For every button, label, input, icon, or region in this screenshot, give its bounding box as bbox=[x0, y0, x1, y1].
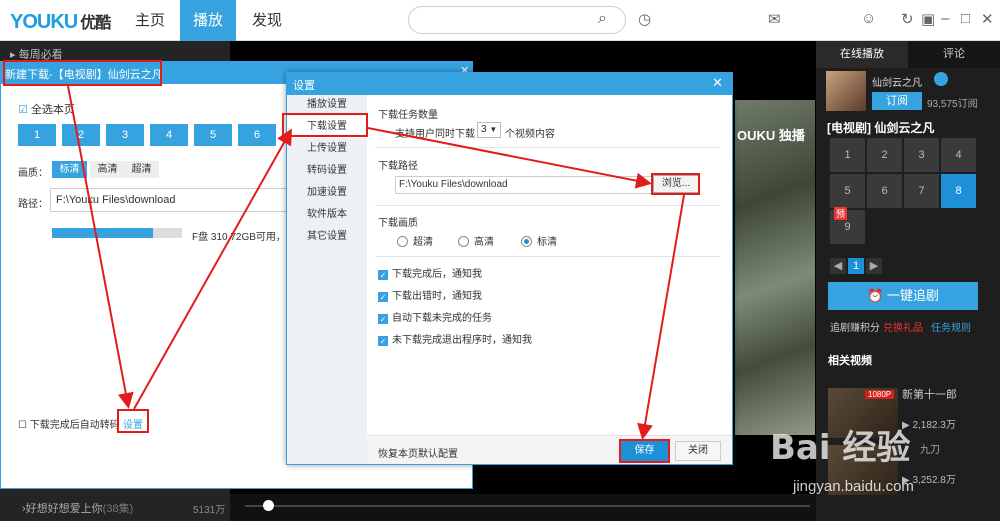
watermark-url: jingyan.baidu.com bbox=[793, 478, 914, 495]
baidu-watermark: Bai 经验 bbox=[770, 428, 911, 468]
